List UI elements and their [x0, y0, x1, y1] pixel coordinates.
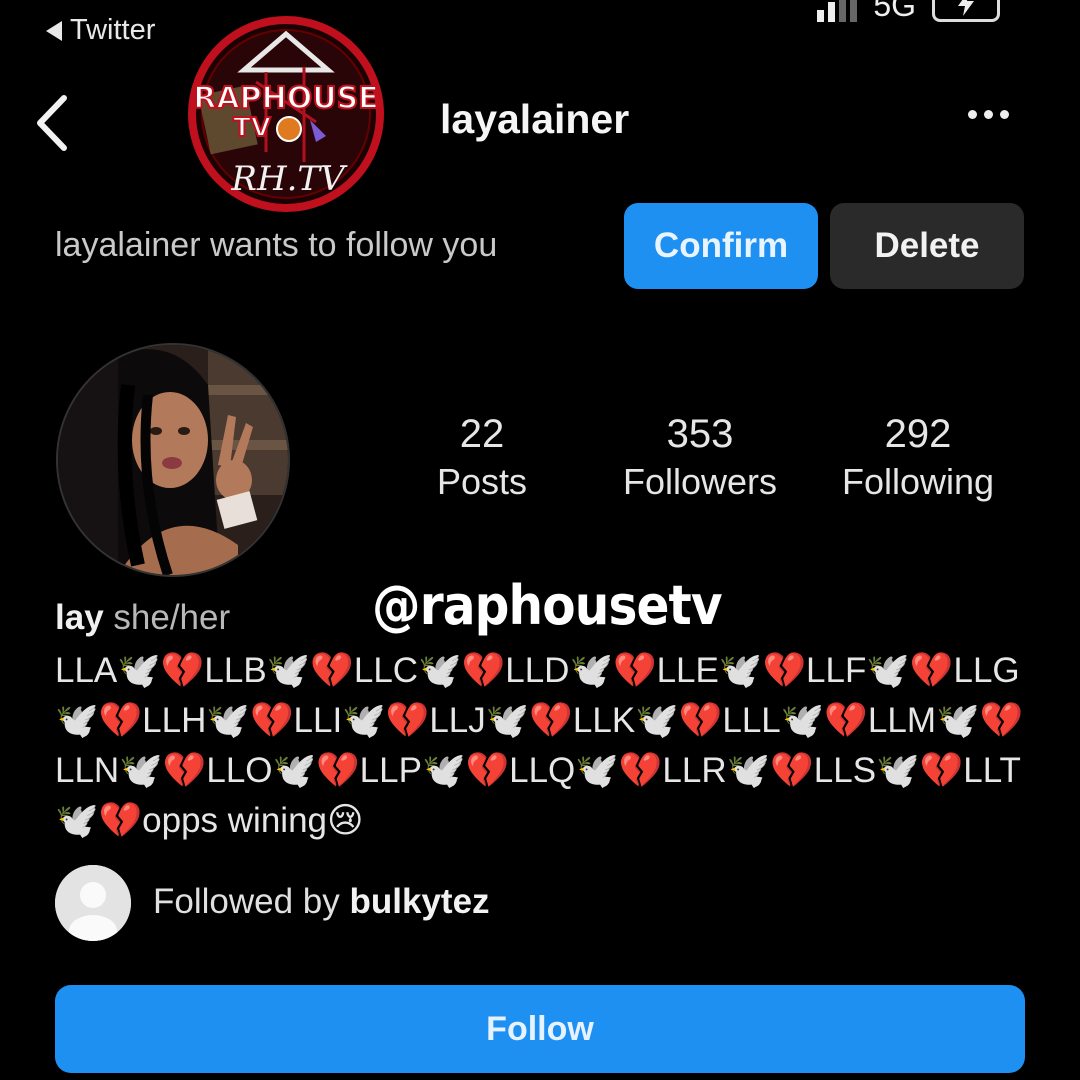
follow-request-text: layalainer wants to follow you: [55, 226, 498, 264]
default-avatar-icon[interactable]: [55, 865, 131, 941]
posts-stat[interactable]: 22 Posts: [412, 410, 552, 506]
posts-label: Posts: [436, 461, 528, 502]
logo-text-line3: RH.TV: [230, 159, 348, 199]
logo-text-line2: TV: [233, 113, 271, 143]
raphouse-tv-logo: RAPHOUSE TV RH.TV: [186, 12, 386, 216]
charging-battery-icon: [932, 0, 1000, 22]
posts-count: 22: [459, 412, 505, 456]
following-count: 292: [884, 412, 952, 456]
back-triangle-icon: [46, 20, 62, 41]
watermark-handle: @raphousetv: [372, 574, 723, 637]
follow-button[interactable]: Follow: [55, 985, 1025, 1073]
network-type: 5G: [873, 0, 916, 23]
back-to-app-link[interactable]: Twitter: [46, 14, 155, 47]
profile-avatar[interactable]: [56, 343, 290, 577]
profile-name-line: lay she/her: [55, 598, 230, 638]
more-dots-icon[interactable]: [968, 110, 1009, 119]
chevron-left-icon[interactable]: [30, 88, 80, 158]
profile-pronouns: she/her: [113, 598, 231, 637]
followers-count: 353: [666, 412, 734, 456]
followed-by-prefix: Followed by: [153, 882, 340, 921]
confirm-button[interactable]: Confirm: [624, 203, 818, 289]
signal-icon: [817, 0, 858, 22]
followers-label: Followers: [622, 461, 778, 502]
delete-button[interactable]: Delete: [830, 203, 1024, 289]
following-label: Following: [841, 461, 995, 502]
back-app-label: Twitter: [70, 14, 156, 46]
followed-by-text[interactable]: Followed by bulkytez: [153, 882, 490, 922]
profile-display-name: lay: [55, 598, 104, 637]
followed-by-username: bulkytez: [349, 882, 490, 921]
following-stat[interactable]: 292 Following: [820, 410, 1016, 506]
followers-stat[interactable]: 353 Followers: [600, 410, 800, 506]
profile-bio: LLA🕊️💔LLB🕊️💔LLC🕊️💔LLD🕊️💔LLE🕊️💔LLF🕊️💔LLG🕊…: [55, 651, 1024, 840]
logo-text-line1: RAPHOUSE: [193, 81, 378, 116]
profile-username: layalainer: [440, 96, 630, 142]
status-indicators: 5G: [817, 0, 1000, 22]
